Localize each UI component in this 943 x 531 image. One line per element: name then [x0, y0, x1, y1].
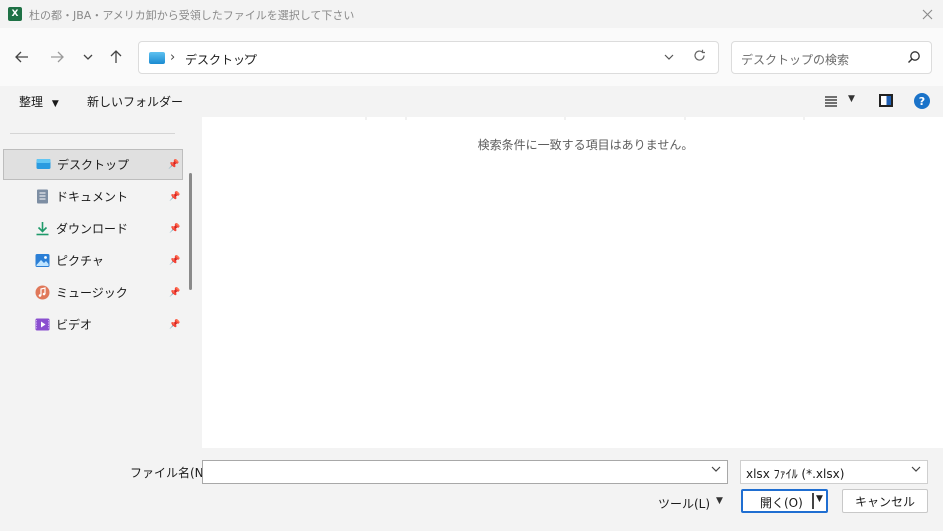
chevron-right-icon[interactable]: › [244, 50, 249, 65]
search-box[interactable]: デスクトップの検索 [731, 41, 932, 74]
music-icon [35, 285, 50, 300]
filename-label: ファイル名(N): [130, 466, 213, 480]
desktop-icon [149, 52, 165, 64]
help-icon[interactable]: ? [914, 93, 930, 109]
caret-down-icon[interactable]: ▼ [816, 494, 823, 504]
address-bar[interactable]: › デスクトップ › [138, 41, 719, 74]
open-label: 開く(O) [760, 496, 803, 510]
title-bar: X 杜の都・JBA・アメリカ卸から受領したファイルを選択して下さい [0, 0, 943, 28]
sidebar-item-label: ミュージック [56, 286, 128, 300]
download-icon [36, 222, 49, 236]
navigation-bar: › デスクトップ › デスクトップの検索 [0, 28, 943, 86]
chevron-right-icon[interactable]: › [170, 50, 175, 65]
cancel-button[interactable]: キャンセル [842, 489, 928, 513]
sidebar-item-label: デスクトップ [57, 158, 130, 172]
sidebar-item-downloads[interactable]: ダウンロード 📌 [3, 213, 183, 244]
search-icon[interactable] [907, 50, 921, 64]
sidebar-item-label: ダウンロード [56, 222, 129, 236]
sidebar-scrollbar[interactable] [189, 173, 192, 290]
caret-down-icon[interactable]: ▼ [848, 94, 855, 104]
caret-down-icon[interactable]: ▼ [716, 496, 723, 506]
filetype-selected: xlsx ﾌｧｲﾙ (*.xlsx) [746, 467, 845, 481]
forward-button[interactable] [46, 46, 68, 68]
close-button[interactable] [917, 4, 937, 24]
new-folder-button[interactable]: 新しいフォルダー [87, 93, 183, 110]
preview-pane-icon[interactable] [879, 94, 893, 107]
close-icon [922, 9, 932, 19]
pin-icon[interactable]: 📌 [169, 192, 180, 202]
sidebar-item-documents[interactable]: ドキュメント 📌 [3, 181, 183, 212]
pin-icon[interactable]: 📌 [169, 256, 180, 266]
navigation-pane: デスクトップ 📌 ドキュメント 📌 ダウンロード 📌 ピクチャ 📌 ミュージック… [0, 117, 184, 451]
refresh-button[interactable] [693, 48, 706, 66]
pin-icon[interactable]: 📌 [169, 320, 180, 330]
open-button[interactable]: 開く(O) ▼ [741, 489, 828, 513]
chevron-down-icon[interactable] [711, 466, 721, 472]
sidebar-item-label: ピクチャ [56, 254, 104, 268]
chevron-down-icon [83, 54, 93, 60]
refresh-icon [694, 49, 705, 61]
excel-icon: X [8, 7, 24, 21]
search-input[interactable]: デスクトップの検索 [741, 51, 849, 68]
sidebar-item-pictures[interactable]: ピクチャ 📌 [3, 245, 183, 276]
chevron-down-icon [664, 54, 674, 60]
address-dropdown-button[interactable] [664, 50, 674, 63]
view-options-icon[interactable] [824, 95, 838, 107]
sidebar-item-desktop[interactable]: デスクトップ 📌 [3, 149, 183, 180]
pictures-icon [35, 254, 50, 267]
divider [10, 133, 175, 134]
command-bar: 整理 ▼ 新しいフォルダー ▼ ? [0, 86, 943, 116]
sidebar-item-music[interactable]: ミュージック 📌 [3, 277, 183, 308]
sidebar-item-label: ビデオ [56, 318, 93, 332]
sidebar-item-label: ドキュメント [56, 190, 129, 204]
filename-input[interactable] [202, 460, 728, 484]
filetype-select[interactable]: xlsx ﾌｧｲﾙ (*.xlsx) [740, 460, 928, 484]
empty-results-message: 検索条件に一致する項目はありません。 [477, 138, 694, 152]
tools-button[interactable]: ツール(L) [658, 495, 710, 512]
arrow-up-icon [110, 50, 122, 63]
organize-button[interactable]: 整理 ▼ [19, 93, 59, 110]
arrow-right-icon [51, 51, 64, 63]
arrow-left-icon [15, 51, 28, 63]
desktop-icon [36, 159, 51, 169]
back-button[interactable] [11, 46, 33, 68]
up-button[interactable] [105, 46, 127, 68]
sidebar-item-videos[interactable]: ビデオ 📌 [3, 309, 183, 340]
caret-down-icon: ▼ [51, 99, 59, 109]
dialog-footer: ファイル名(N): xlsx ﾌｧｲﾙ (*.xlsx) ツール(L) ▼ 開く… [0, 451, 943, 531]
document-icon [37, 189, 48, 204]
window-title: 杜の都・JBA・アメリカ卸から受領したファイルを選択して下さい [29, 9, 355, 22]
recent-locations-button[interactable] [77, 46, 99, 68]
video-icon [35, 318, 50, 331]
organize-label: 整理 [19, 95, 44, 109]
chevron-down-icon [911, 466, 921, 472]
pin-icon[interactable]: 📌 [169, 224, 180, 234]
column-header-dividers[interactable] [202, 117, 943, 121]
pin-icon[interactable]: 📌 [169, 288, 180, 298]
pin-icon[interactable]: 📌 [168, 160, 179, 170]
split-divider [812, 493, 814, 509]
file-list[interactable]: 検索条件に一致する項目はありません。 [202, 117, 943, 448]
